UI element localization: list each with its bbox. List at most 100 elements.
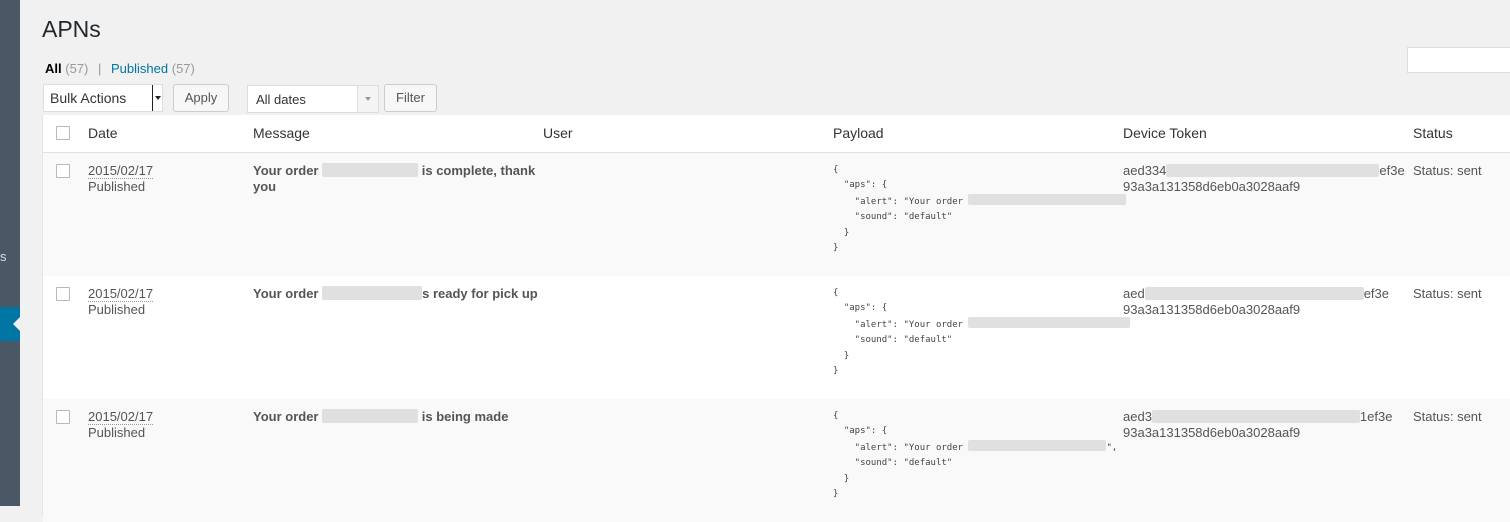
search-input[interactable] bbox=[1407, 47, 1510, 73]
redacted-payload-text bbox=[968, 316, 1131, 328]
payload-line: } bbox=[833, 243, 839, 254]
row-message[interactable]: Your order is being made bbox=[253, 409, 543, 425]
current-menu-arrow-icon bbox=[13, 317, 20, 331]
row-payload: { "aps": { "alert": "Your order "sound":… bbox=[833, 163, 1127, 256]
payload-alert-text: "alert": "Your order bbox=[833, 196, 969, 207]
column-header-message[interactable]: Message bbox=[253, 125, 310, 141]
select-all-checkbox[interactable] bbox=[56, 126, 70, 140]
redacted-order-number bbox=[322, 286, 423, 300]
table-row: 2015/02/17 Published Your order is being… bbox=[43, 399, 1510, 522]
payload-line: "alert": "Your order ", bbox=[833, 439, 1118, 456]
payload-line: } bbox=[833, 366, 839, 377]
token-start: aed334 bbox=[1123, 163, 1167, 178]
bulk-actions-selected-value: Bulk Actions bbox=[50, 90, 127, 106]
row-status: Status: sent bbox=[1413, 409, 1482, 424]
redacted-token bbox=[1151, 410, 1360, 423]
view-published-link[interactable]: Published bbox=[111, 61, 168, 76]
payload-line: "alert": "Your order bbox=[833, 193, 1127, 210]
row-device-token: aed ef3e 93a3a131358d6eb0a3028aaf9 bbox=[1123, 286, 1389, 318]
column-header-date[interactable]: Date bbox=[88, 125, 118, 141]
row-payload: { "aps": { "alert": "Your order "sound":… bbox=[833, 286, 1131, 379]
payload-line: "sound": "default" bbox=[833, 212, 953, 223]
payload-line: "sound": "default" bbox=[833, 335, 953, 346]
token-end: 1ef3e bbox=[1359, 409, 1393, 424]
admin-sidebar: s bbox=[0, 0, 20, 506]
table-header: Date Message User Payload Device Token S… bbox=[43, 115, 1510, 153]
payload-line: { bbox=[833, 411, 839, 421]
column-header-user[interactable]: User bbox=[543, 125, 573, 141]
token-line-2: 93a3a131358d6eb0a3028aaf9 bbox=[1123, 302, 1301, 317]
row-status: Status: sent bbox=[1413, 286, 1482, 301]
view-published-count: (57) bbox=[171, 61, 195, 76]
token-start: aed3 bbox=[1123, 409, 1152, 424]
column-header-device-token[interactable]: Device Token bbox=[1123, 125, 1207, 141]
redacted-order-number bbox=[322, 163, 419, 177]
payload-line: { bbox=[833, 288, 839, 298]
redacted-payload-text bbox=[968, 439, 1107, 451]
row-checkbox[interactable] bbox=[56, 287, 70, 301]
message-start: Your order bbox=[253, 163, 319, 178]
chevron-down-icon bbox=[152, 85, 162, 111]
message-start: Your order bbox=[253, 286, 319, 301]
row-post-state: Published bbox=[88, 179, 146, 194]
payload-line: { bbox=[833, 165, 839, 175]
token-line-2: 93a3a131358d6eb0a3028aaf9 bbox=[1123, 179, 1301, 194]
view-all-link[interactable]: All bbox=[45, 61, 62, 76]
token-end: ef3e bbox=[1363, 286, 1390, 301]
row-post-state: Published bbox=[88, 425, 146, 440]
message-end: s ready for pick up bbox=[422, 286, 538, 301]
message-start: Your order bbox=[253, 409, 319, 424]
view-filters: All (57) | Published (57) bbox=[45, 61, 195, 76]
row-checkbox[interactable] bbox=[56, 164, 70, 178]
row-message[interactable]: Your order s ready for pick up bbox=[253, 286, 543, 302]
row-date-cell: 2015/02/17 Published bbox=[88, 409, 154, 441]
token-end: ef3e bbox=[1379, 163, 1405, 178]
payload-line: } bbox=[833, 227, 850, 238]
payload-line: "aps": { bbox=[833, 303, 888, 314]
row-date: 2015/02/17 bbox=[88, 163, 154, 179]
column-header-payload[interactable]: Payload bbox=[833, 125, 884, 141]
redacted-token bbox=[1166, 164, 1380, 177]
view-separator: | bbox=[98, 61, 102, 76]
payload-line: "alert": "Your order bbox=[833, 316, 1131, 333]
redacted-token bbox=[1144, 287, 1364, 300]
redacted-order-number bbox=[322, 409, 419, 423]
dates-filter-select[interactable]: All dates bbox=[247, 85, 379, 113]
column-header-status[interactable]: Status bbox=[1413, 125, 1453, 141]
payload-line: "aps": { bbox=[833, 180, 888, 191]
row-date-cell: 2015/02/17 Published bbox=[88, 163, 154, 195]
row-date: 2015/02/17 bbox=[88, 409, 154, 425]
filter-button[interactable]: Filter bbox=[384, 84, 437, 112]
redacted-payload-text bbox=[968, 193, 1127, 205]
table-row: 2015/02/17 Published Your order is compl… bbox=[43, 153, 1510, 276]
table-row: 2015/02/17 Published Your order s ready … bbox=[43, 276, 1510, 399]
row-message[interactable]: Your order is complete, thank you bbox=[253, 163, 543, 195]
payload-line: "aps": { bbox=[833, 426, 888, 437]
row-status: Status: sent bbox=[1413, 163, 1482, 178]
chevron-down-icon bbox=[357, 86, 378, 112]
row-payload: { "aps": { "alert": "Your order ", "soun… bbox=[833, 409, 1117, 502]
row-date-cell: 2015/02/17 Published bbox=[88, 286, 154, 318]
page-title: APNs bbox=[42, 16, 101, 42]
message-end: is being made bbox=[421, 409, 509, 424]
token-start: aed bbox=[1123, 286, 1145, 301]
payload-alert-text: "alert": "Your order bbox=[833, 319, 969, 330]
payload-line: } bbox=[833, 473, 850, 484]
payload-alert-text: "alert": "Your order bbox=[833, 442, 969, 453]
row-device-token: aed3 1ef3e 93a3a131358d6eb0a3028aaf9 bbox=[1123, 409, 1392, 441]
bulk-actions-select[interactable]: Bulk Actions bbox=[43, 84, 163, 112]
row-date: 2015/02/17 bbox=[88, 286, 154, 302]
apns-table: Date Message User Payload Device Token S… bbox=[42, 115, 1510, 522]
view-all-count: (57) bbox=[65, 61, 89, 76]
payload-line: } bbox=[833, 489, 839, 500]
token-line-2: 93a3a131358d6eb0a3028aaf9 bbox=[1123, 425, 1301, 440]
row-checkbox[interactable] bbox=[56, 410, 70, 424]
payload-line: "sound": "default" bbox=[833, 458, 953, 469]
sidebar-menu-label-fragment[interactable]: s bbox=[0, 249, 7, 264]
dates-selected-value: All dates bbox=[256, 92, 306, 107]
payload-line: } bbox=[833, 350, 850, 361]
payload-alert-tail: ", bbox=[1106, 442, 1118, 453]
row-device-token: aed334 ef3e 93a3a131358d6eb0a3028aaf9 bbox=[1123, 163, 1405, 195]
apply-button[interactable]: Apply bbox=[173, 84, 229, 112]
row-post-state: Published bbox=[88, 302, 146, 317]
